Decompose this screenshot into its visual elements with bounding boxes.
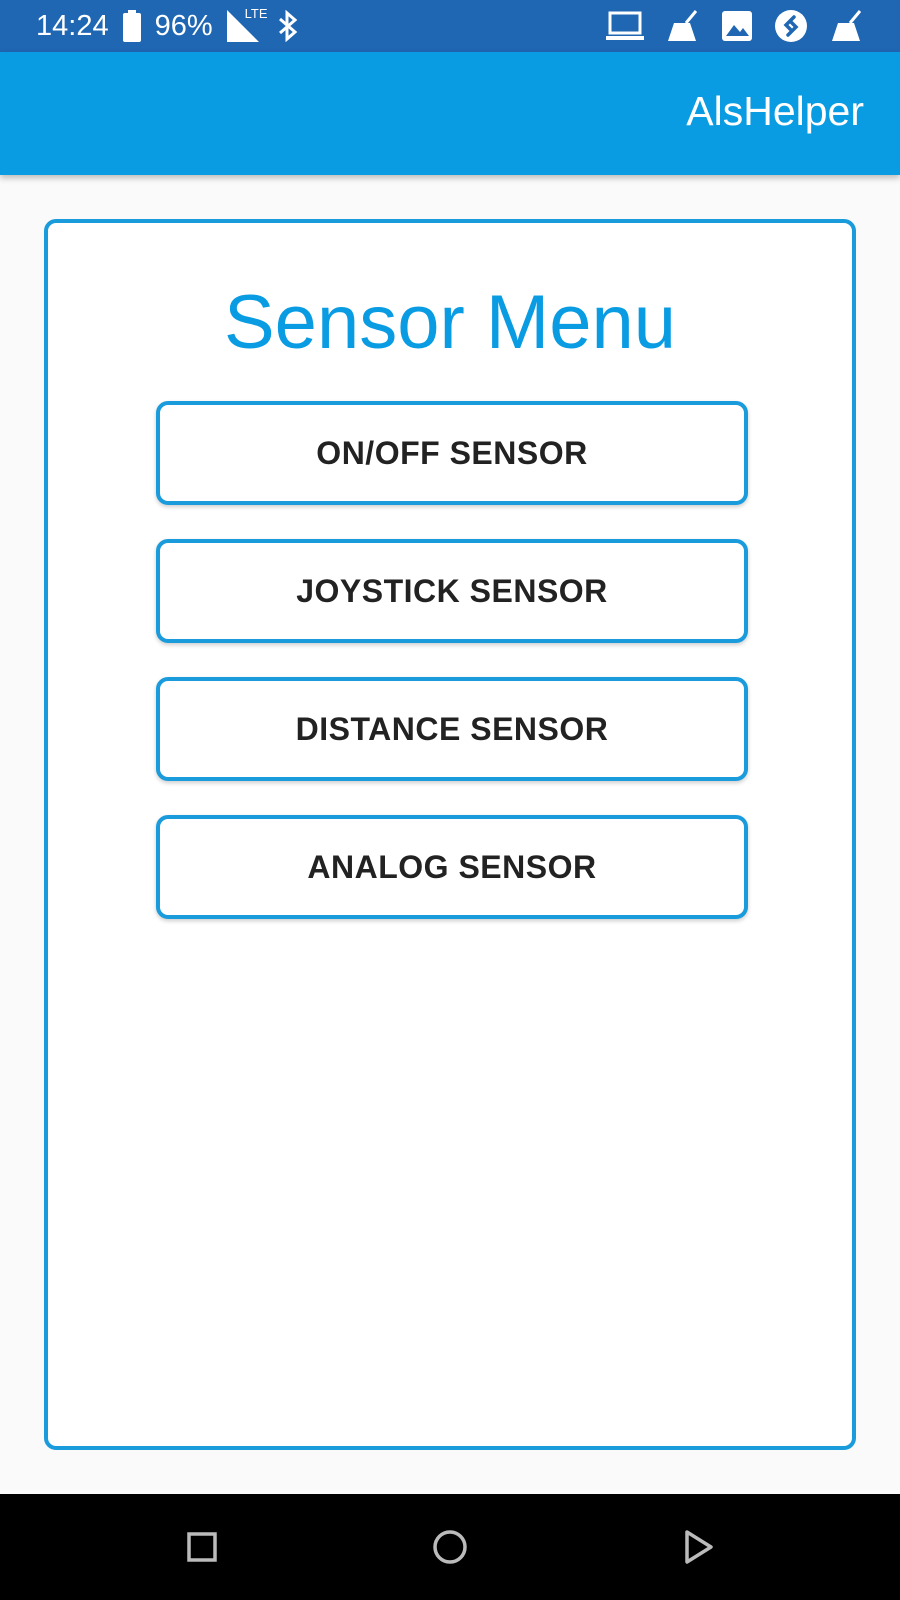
battery-icon xyxy=(122,10,141,42)
recents-icon[interactable] xyxy=(179,1524,225,1570)
page-title: Sensor Menu xyxy=(223,280,677,365)
broom-icon xyxy=(666,9,700,43)
back-icon[interactable] xyxy=(676,1524,722,1570)
broom-icon xyxy=(830,9,864,43)
navigation-bar xyxy=(0,1494,900,1600)
home-icon[interactable] xyxy=(427,1524,473,1570)
on-off-sensor-button[interactable]: ON/OFF SENSOR xyxy=(156,401,748,505)
distance-sensor-button[interactable]: DISTANCE SENSOR xyxy=(156,677,748,781)
status-time: 14:24 xyxy=(36,9,109,42)
battery-level: 96% xyxy=(154,9,213,42)
image-icon xyxy=(722,11,752,41)
analog-sensor-button[interactable]: ANALOG SENSOR xyxy=(156,815,748,919)
lte-label: LTE xyxy=(244,6,268,21)
status-bar: 14:24 96% LTE xyxy=(0,0,900,52)
sensor-menu-card: Sensor Menu ON/OFF SENSOR JOYSTICK SENSO… xyxy=(44,219,856,1450)
app-title: AlsHelper xyxy=(686,88,864,134)
status-right xyxy=(606,9,864,43)
status-left: 14:24 96% LTE xyxy=(36,6,299,43)
signal-lte-icon: LTE xyxy=(226,6,268,42)
laptop-icon xyxy=(606,11,644,41)
joystick-sensor-button[interactable]: JOYSTICK SENSOR xyxy=(156,539,748,643)
app-bar: AlsHelper xyxy=(0,52,900,175)
shazam-icon xyxy=(774,9,808,43)
bluetooth-icon xyxy=(277,10,299,42)
